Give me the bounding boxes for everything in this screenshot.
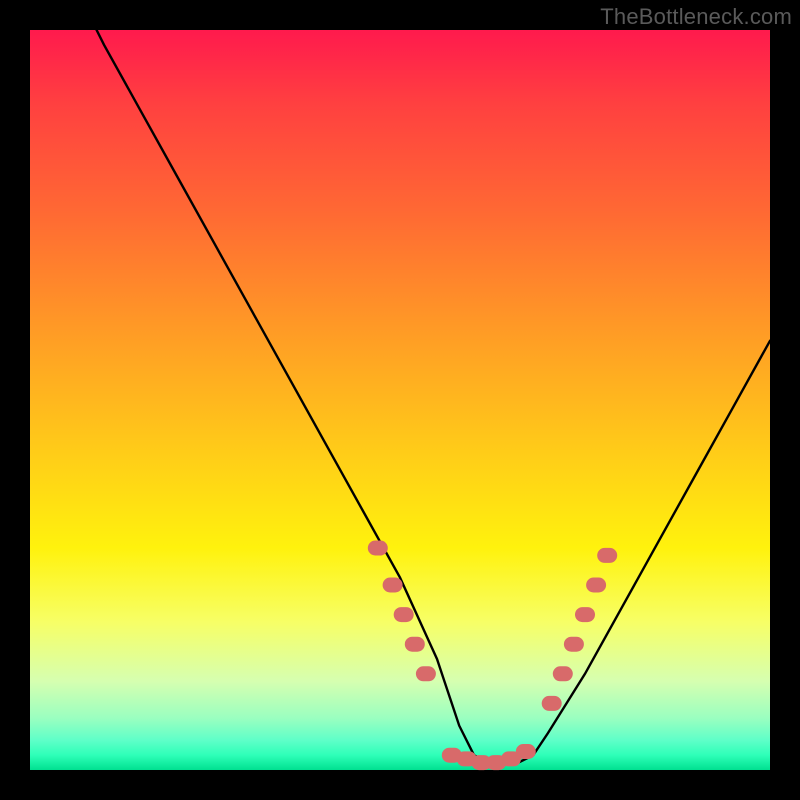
data-marker (416, 666, 436, 681)
plot-area (30, 30, 770, 770)
chart-svg (30, 30, 770, 770)
data-marker (542, 696, 562, 711)
data-marker (597, 548, 617, 563)
watermark-text: TheBottleneck.com (600, 4, 792, 30)
data-marker (575, 607, 595, 622)
data-marker (586, 578, 606, 593)
data-marker (394, 607, 414, 622)
data-marker (564, 637, 584, 652)
data-marker (405, 637, 425, 652)
marker-layer (368, 541, 617, 771)
chart-container: TheBottleneck.com (0, 0, 800, 800)
data-marker (516, 744, 536, 759)
data-marker (553, 666, 573, 681)
data-marker (368, 541, 388, 556)
data-marker (383, 578, 403, 593)
bottleneck-curve (30, 0, 770, 763)
